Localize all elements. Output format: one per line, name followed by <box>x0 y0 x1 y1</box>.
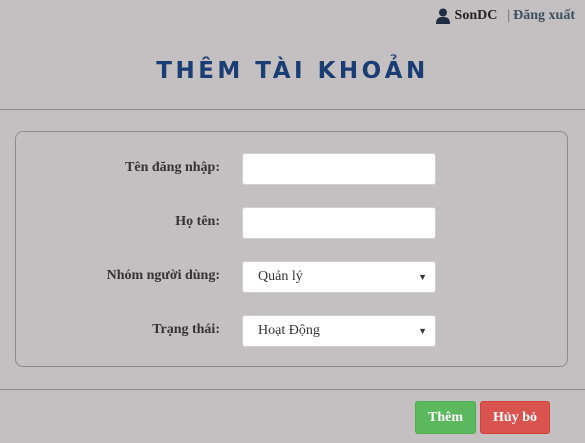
status-label-text: Trạng thái: <box>152 322 220 337</box>
group-select[interactable]: Quản lý ▼ <box>242 261 436 293</box>
header-divider <box>0 109 585 110</box>
username-label-text: Tên đăng nhập: <box>125 160 220 175</box>
fullname-input[interactable] <box>242 207 436 239</box>
logout-link[interactable]: Đăng xuất <box>513 8 575 24</box>
cancel-button[interactable]: Hủy bỏ <box>480 401 550 434</box>
group-label-text: Nhóm người dùng: <box>106 268 220 283</box>
page-title: THÊM TÀI KHOẢN <box>156 58 429 84</box>
username-label: SonDC <box>454 8 498 23</box>
username-input[interactable] <box>242 153 436 185</box>
user-bar: SonDC | Đăng xuất <box>435 8 575 24</box>
header-separator: | <box>507 8 511 23</box>
status-select-value: Hoạt Động <box>258 323 320 338</box>
add-button[interactable]: Thêm <box>415 401 476 434</box>
status-select[interactable]: Hoạt Động ▼ <box>242 315 436 347</box>
chevron-down-icon: ▼ <box>418 326 427 336</box>
user-icon <box>435 8 450 24</box>
fullname-label-text: Họ tên: <box>175 214 220 229</box>
footer-divider <box>0 389 585 390</box>
group-select-value: Quản lý <box>258 269 303 284</box>
account-form: Tên đăng nhập: Họ tên: Nhóm người dùng: … <box>15 131 568 367</box>
chevron-down-icon: ▼ <box>418 272 427 282</box>
